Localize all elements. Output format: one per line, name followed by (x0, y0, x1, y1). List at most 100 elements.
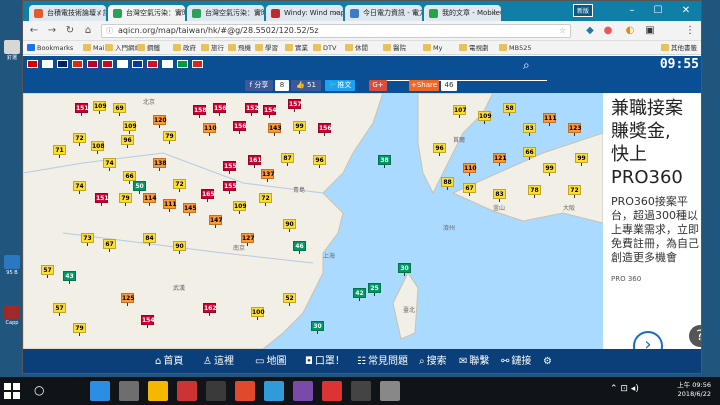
aqi-station-marker[interactable]: 42 (353, 288, 366, 301)
aqi-station-marker[interactable]: 67 (103, 239, 116, 252)
bookmark-item[interactable]: 政府 (173, 43, 196, 53)
aqi-station-marker[interactable]: 151 (95, 193, 109, 206)
aqi-station-marker[interactable]: 152 (245, 103, 259, 116)
aqi-station-marker[interactable]: 154 (263, 105, 277, 118)
fb-share-button[interactable]: f 分享 (245, 80, 273, 91)
aqi-station-marker[interactable]: 25 (368, 283, 381, 296)
aqi-map[interactable]: 北京 青島 南京 上海 武漢 臺北 首爾 釜山 濟州 大阪 151 109 69 158 156 152 15… (23, 93, 603, 349)
taskbar-app-icon[interactable] (177, 381, 197, 401)
back-button[interactable]: ← (27, 24, 41, 38)
aqi-station-marker[interactable]: 138 (153, 158, 167, 171)
taskbar-app-icon[interactable] (322, 381, 342, 401)
aqi-station-marker[interactable]: 120 (153, 115, 167, 128)
windows-start-icon[interactable] (4, 383, 20, 399)
tray-icons[interactable]: ⌃ ⊡ ◂) (610, 384, 639, 394)
aqi-station-marker[interactable]: 121 (493, 153, 507, 166)
aqi-station-marker[interactable]: 52 (283, 293, 296, 306)
language-flag-icon[interactable] (87, 60, 98, 68)
nav-item-map[interactable]: ▭ 地圖 (255, 353, 286, 371)
aqi-station-marker[interactable]: 137 (261, 169, 275, 182)
close-window-button[interactable]: ✕ (673, 1, 699, 21)
search-icon[interactable]: ⌕ (523, 58, 530, 73)
taskbar-app-icon[interactable] (235, 381, 255, 401)
language-flag-icon[interactable] (162, 60, 173, 68)
aqi-station-marker[interactable]: 87 (281, 153, 294, 166)
aqi-station-marker[interactable]: 72 (173, 179, 186, 192)
aqi-station-marker[interactable]: 109 (478, 111, 492, 124)
taskbar-app-icon[interactable] (206, 381, 226, 401)
aqi-station-marker[interactable]: 154 (141, 315, 155, 328)
nav-item-mask[interactable]: ◘ 口罩！ (305, 353, 345, 371)
aqi-station-marker[interactable]: 127 (241, 233, 255, 246)
aqi-station-marker[interactable]: 57 (53, 303, 66, 316)
aqi-station-marker[interactable]: 38 (378, 155, 391, 168)
browser-tab[interactable]: 今日電力資訊 - 電力 × (345, 5, 422, 21)
aqi-station-marker[interactable]: 50 (133, 181, 146, 194)
menu-icon[interactable]: ⋮ (683, 24, 697, 38)
language-flag-icon[interactable] (177, 60, 188, 68)
aqi-station-marker[interactable]: 156 (213, 103, 227, 116)
star-icon[interactable]: ☆ (559, 25, 566, 37)
aqi-station-marker[interactable]: 30 (311, 321, 324, 334)
aqi-station-marker[interactable]: 79 (119, 193, 132, 206)
close-tab-icon[interactable]: × (254, 5, 260, 21)
reload-button[interactable]: ↻ (63, 24, 77, 38)
aqi-station-marker[interactable]: 96 (121, 135, 134, 148)
language-flag-icon[interactable] (42, 60, 53, 68)
browser-tab[interactable]: 我的文章 - Mobile0 × (424, 5, 501, 21)
aqi-station-marker[interactable]: 90 (283, 219, 296, 232)
taskbar-app-icon[interactable] (380, 381, 400, 401)
aqi-station-marker[interactable]: 158 (193, 105, 207, 118)
aqi-station-marker[interactable]: 90 (173, 241, 186, 254)
aqi-station-marker[interactable]: 73 (81, 233, 94, 246)
aqi-station-marker[interactable]: 111 (163, 199, 177, 212)
taskbar-app-icon[interactable] (119, 381, 139, 401)
aqi-station-marker[interactable]: 110 (203, 123, 217, 136)
aqi-station-marker[interactable]: 96 (433, 143, 446, 156)
aqi-station-marker[interactable]: 67 (463, 183, 476, 196)
extension-icon[interactable]: ◆ (583, 24, 597, 38)
maximize-button[interactable]: ☐ (645, 1, 671, 21)
bookmark-item[interactable]: 入門網站 (105, 43, 141, 53)
other-bookmarks[interactable]: 其他書籤 (661, 43, 697, 53)
bookmark-item[interactable]: 電視劇 (459, 43, 489, 53)
url-input[interactable]: ⓘ aqicn.org/map/taiwan/hk/#@g/28.5502/12… (101, 24, 571, 38)
aqi-station-marker[interactable]: 156 (233, 121, 247, 134)
aqi-station-marker[interactable]: 74 (73, 181, 86, 194)
bookmark-item[interactable]: 旅行 (201, 43, 224, 53)
aqi-station-marker[interactable]: 123 (568, 123, 582, 136)
aqi-station-marker[interactable]: 69 (113, 103, 126, 116)
aqi-station-marker[interactable]: 72 (73, 133, 86, 146)
bookmark-item[interactable]: DTV (313, 43, 336, 53)
forward-button[interactable]: → (45, 24, 59, 38)
bookmark-item[interactable]: MB525 (499, 43, 531, 53)
close-tab-icon[interactable]: × (96, 5, 102, 21)
aqi-station-marker[interactable]: 145 (183, 203, 197, 216)
browser-tab[interactable]: 台灣空氣污染：實時 × (187, 5, 264, 21)
aqi-station-marker[interactable]: 151 (75, 103, 89, 116)
aqi-station-marker[interactable]: 108 (91, 141, 105, 154)
close-tab-icon[interactable]: × (175, 5, 181, 21)
aqi-station-marker[interactable]: 72 (568, 185, 581, 198)
bookmark-item[interactable]: 醫院 (383, 43, 406, 53)
close-tab-icon[interactable]: × (333, 5, 339, 21)
extension-icon-2[interactable]: ● (601, 24, 615, 38)
aqi-station-marker[interactable]: 125 (121, 293, 135, 306)
browser-tab[interactable]: Windy: Wind map &× (266, 5, 343, 21)
aqi-station-marker[interactable]: 99 (543, 163, 556, 176)
aqi-station-marker[interactable]: 165 (201, 189, 215, 202)
desktop-icon[interactable]: 95 B (2, 255, 22, 276)
fb-like-button[interactable]: 👍 51 (291, 80, 321, 91)
bookmark-item[interactable]: 實業 (285, 43, 308, 53)
aqi-station-marker[interactable]: 110 (463, 163, 477, 176)
aqi-station-marker[interactable]: 157 (288, 99, 302, 112)
minimize-button[interactable]: – (619, 1, 645, 21)
nav-item-person[interactable]: ♙ 這裡 (203, 353, 234, 371)
aqi-station-marker[interactable]: 114 (143, 193, 157, 206)
nav-item-gear[interactable]: ⚙ (543, 353, 554, 371)
language-flag-icon[interactable] (72, 60, 83, 68)
gplus-button[interactable]: G+ (369, 80, 387, 91)
aqi-station-marker[interactable]: 109 (233, 201, 247, 214)
aqi-station-marker[interactable]: 83 (493, 189, 506, 202)
bookmark-item[interactable]: 學習 (255, 43, 278, 53)
